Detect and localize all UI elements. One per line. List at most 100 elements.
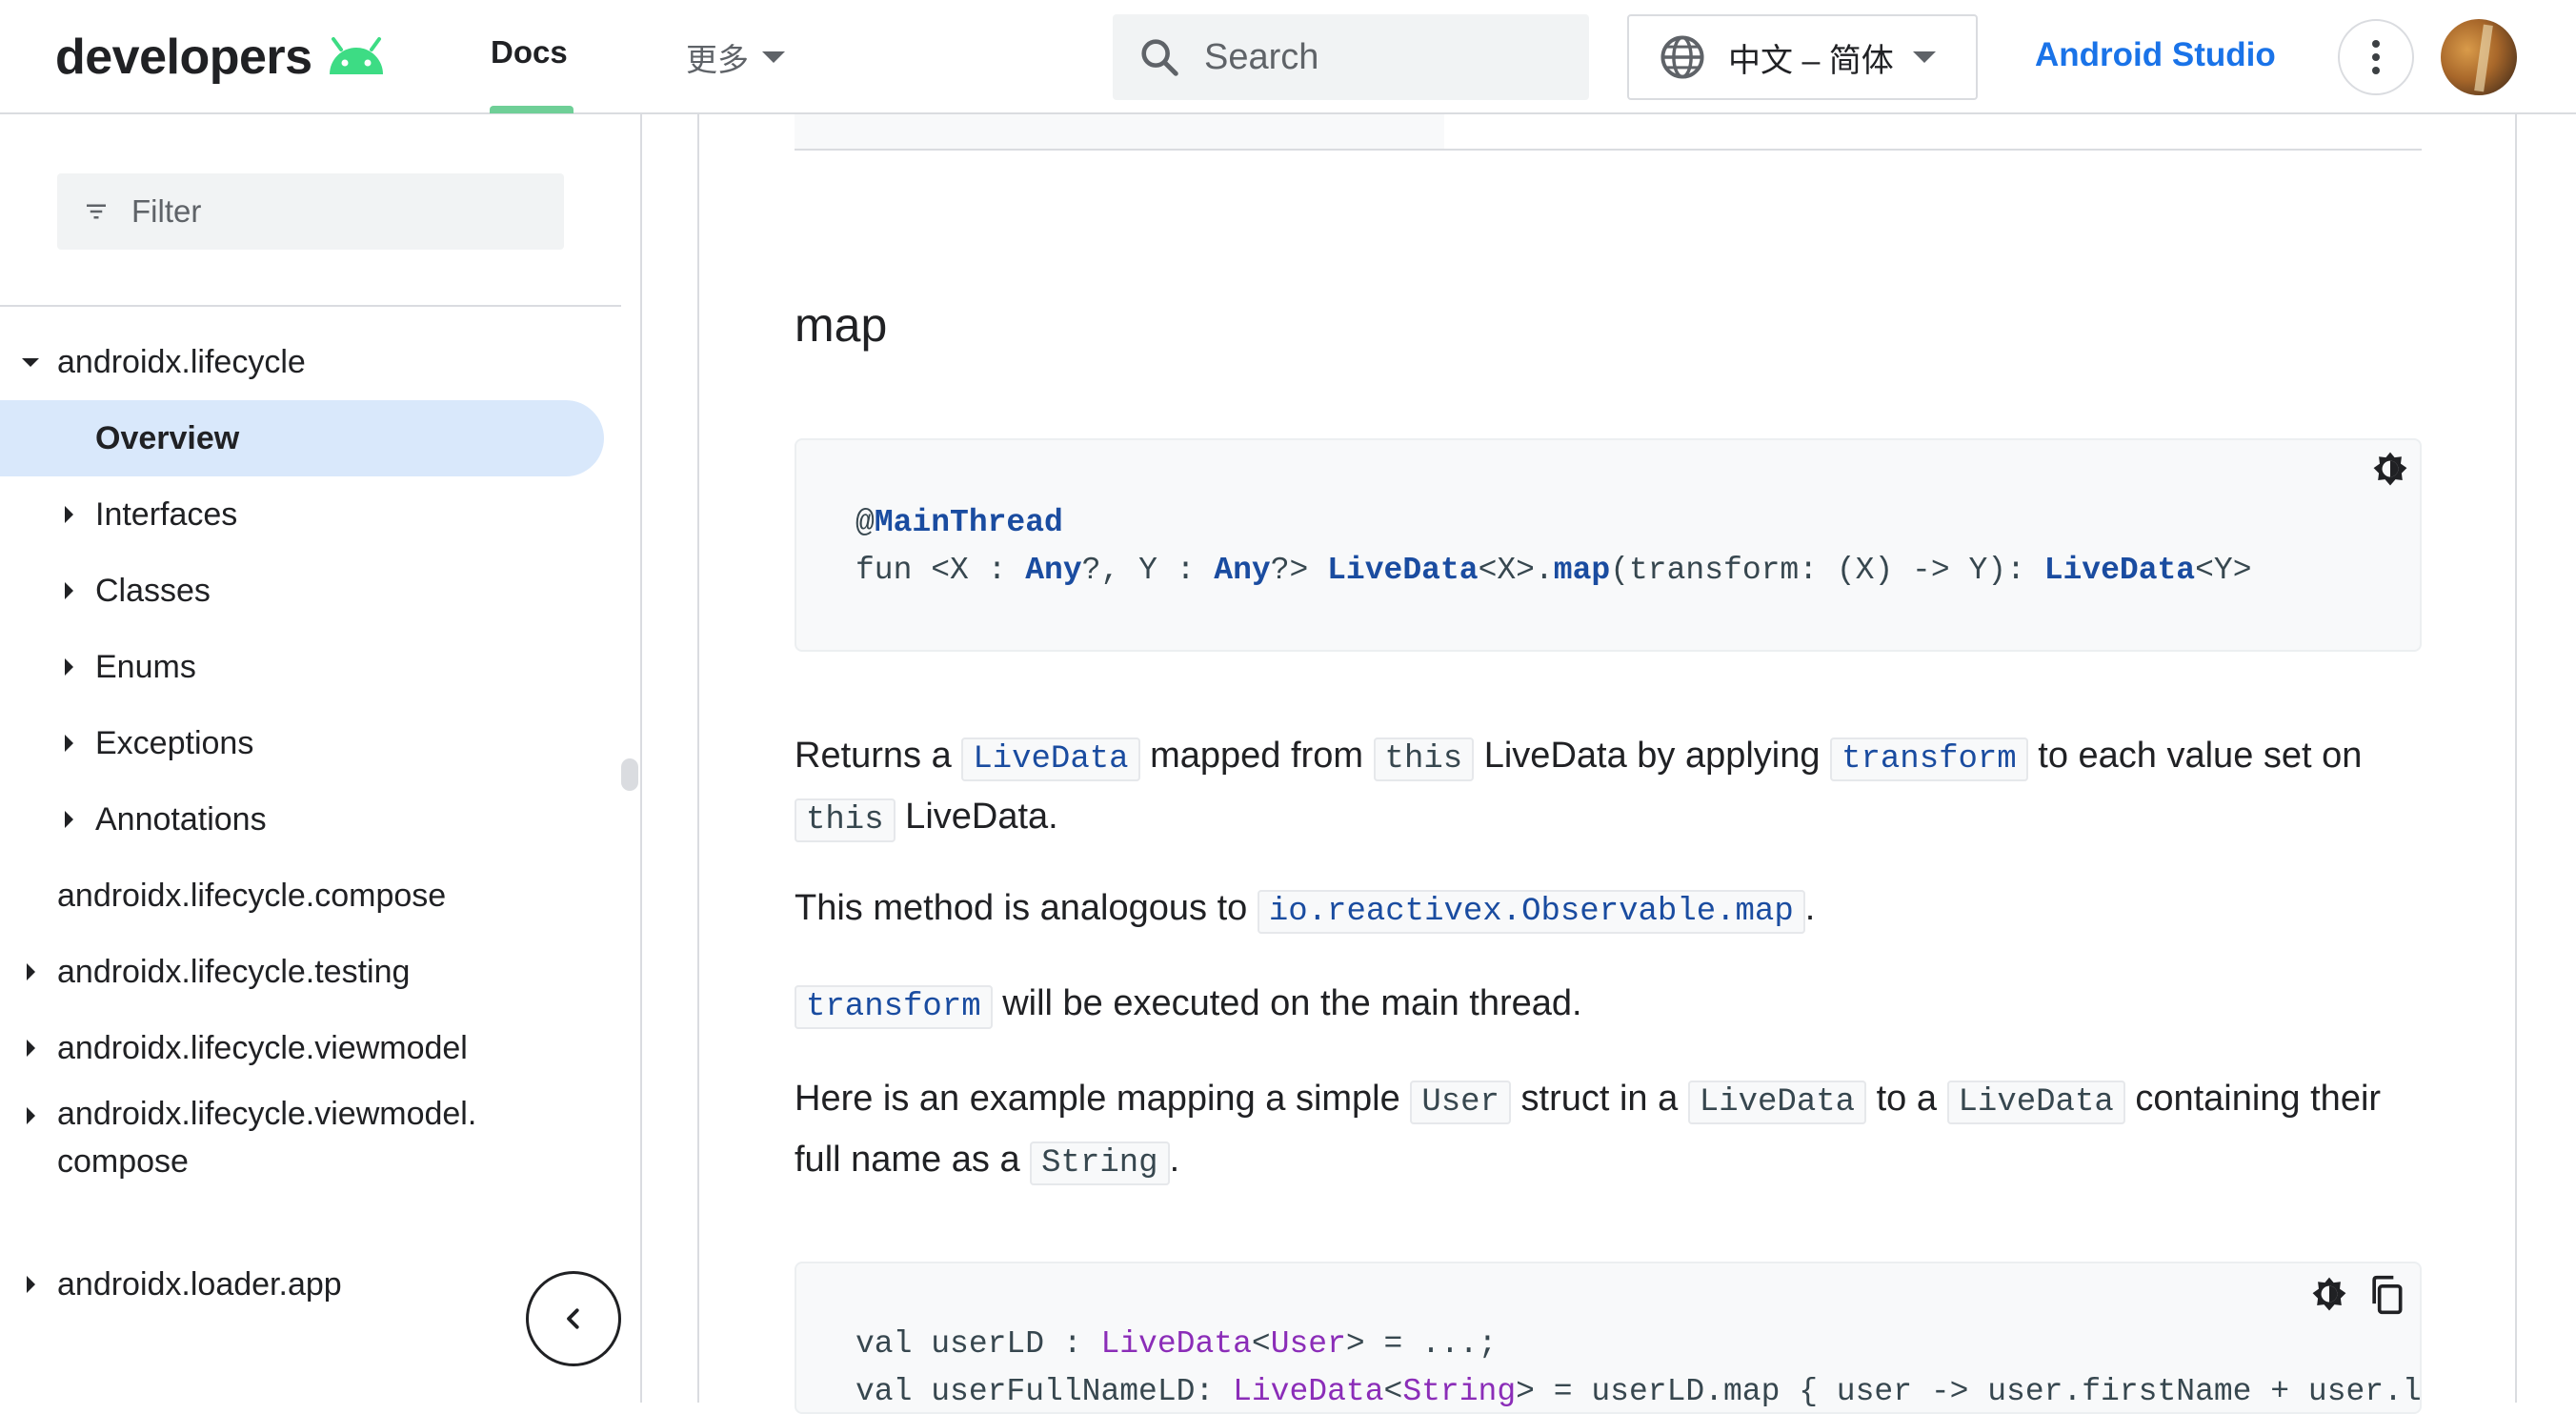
sidebar-item-interfaces[interactable]: Interfaces [0, 476, 619, 553]
code-token: LiveData [1100, 1326, 1252, 1362]
sidebar-item-exceptions[interactable]: Exceptions [0, 705, 619, 781]
caret-right-icon [27, 1276, 35, 1293]
filter-icon [87, 204, 106, 219]
example-code: val userLD : LiveData<User> = ...; val u… [855, 1321, 2422, 1412]
divider [0, 305, 621, 307]
sidebar: androidx.lifecycle Overview Interfaces C… [0, 114, 642, 1403]
sidebar-scrollbar[interactable] [621, 758, 638, 791]
language-label: 中文 – 简体 [1728, 42, 1894, 79]
android-studio-link[interactable]: Android Studio [2035, 36, 2276, 74]
tab-docs[interactable]: Docs [491, 34, 568, 71]
text: to each value set on [2027, 736, 2363, 776]
code-token: < [1383, 1374, 1403, 1409]
text: . [1804, 888, 1816, 928]
collapse-sidebar-button[interactable] [526, 1271, 621, 1366]
sidebar-item-label: androidx.lifecycle.testing [57, 953, 411, 990]
caret-right-icon [65, 735, 73, 752]
copy-icon [2372, 1275, 2403, 1315]
code-token: map [1553, 553, 1611, 588]
caret-right-icon [65, 811, 73, 828]
sidebar-item-label: androidx.lifecycle [57, 343, 306, 380]
text: struct in a [1510, 1079, 1688, 1119]
language-selector[interactable]: 中文 – 简体 [1627, 14, 1978, 100]
transform-link[interactable]: transform [1830, 737, 2028, 781]
code-token: > = ...; [1345, 1326, 1498, 1362]
avatar[interactable] [2441, 19, 2517, 95]
code-token: (transform: (X) -> Y): [1610, 553, 2044, 588]
sidebar-item-enums[interactable]: Enums [0, 629, 619, 705]
code-token: <X>. [1478, 553, 1554, 588]
caret-down-icon [22, 358, 39, 367]
caret-right-icon [27, 1107, 35, 1124]
filter-input[interactable] [130, 192, 533, 231]
sidebar-item-label: Classes [95, 572, 211, 609]
sidebar-item-label-continued: compose [57, 1143, 189, 1180]
code-token: Any [1214, 553, 1271, 588]
kebab-menu-icon [2372, 40, 2380, 48]
caret-right-icon [65, 582, 73, 599]
code-token: User [1270, 1326, 1346, 1362]
observable-map-link[interactable]: io.reactivex.Observable.map [1257, 890, 1805, 934]
inline-code: String [1030, 1141, 1170, 1185]
chevron-down-icon [1912, 51, 1936, 63]
caret-right-icon [27, 963, 35, 980]
transform-link[interactable]: transform [795, 985, 993, 1029]
text: Here is an example mapping a simple [795, 1079, 1411, 1119]
inline-code: LiveData [1687, 1081, 1867, 1124]
theme-toggle-button[interactable] [2307, 1273, 2351, 1317]
livedata-link[interactable]: LiveData [961, 737, 1140, 781]
sidebar-item-label: Enums [95, 648, 196, 685]
sidebar-item-annotations[interactable]: Annotations [0, 781, 619, 858]
more-menu-label: 更多 [686, 42, 749, 77]
search-input[interactable] [1202, 35, 1568, 79]
copy-code-button[interactable] [2365, 1273, 2408, 1317]
example-paragraph: Here is an example mapping a simple User… [795, 1070, 2414, 1192]
code-token: val userLD : [855, 1326, 1101, 1362]
analogous-paragraph: This method is analogous to io.reactivex… [795, 879, 2414, 940]
text: LiveData by applying [1474, 736, 1831, 776]
text: This method is analogous to [795, 888, 1258, 928]
sidebar-item-lifecycle-compose[interactable]: androidx.lifecycle.compose [0, 858, 619, 934]
search-icon [1141, 39, 1178, 76]
code-token: @ [855, 505, 875, 540]
globe-icon [1660, 35, 1704, 79]
section-heading: map [795, 298, 888, 352]
code-token: LiveData [1233, 1374, 1384, 1409]
theme-toggle-button[interactable] [2368, 448, 2412, 492]
description-paragraph: Returns a LiveData mapped from this Live… [795, 727, 2414, 849]
code-token: String [1402, 1374, 1517, 1409]
code-token: ?> [1270, 553, 1328, 588]
sidebar-item-androidx-lifecycle[interactable]: androidx.lifecycle [0, 324, 619, 400]
text: LiveData. [895, 797, 1058, 837]
sidebar-item-lifecycle-viewmodel-compose[interactable]: androidx.lifecycle.viewmodel. compose [0, 1090, 619, 1185]
table-footer-cell [795, 114, 1444, 149]
logo-text: developers [55, 30, 312, 85]
sidebar-item-overview[interactable]: Overview [0, 400, 604, 476]
sidebar-item-lifecycle-viewmodel[interactable]: androidx.lifecycle.viewmodel [0, 1010, 619, 1086]
developers-logo[interactable]: developers [55, 21, 389, 93]
code-token: > = userLD.map { user -> user.firstName … [1516, 1374, 2422, 1409]
search-box[interactable] [1113, 14, 1589, 100]
caret-right-icon [65, 506, 73, 523]
more-menu-button[interactable]: 更多 [686, 34, 785, 80]
code-token: Any [1025, 553, 1082, 588]
code-token: val userFullNameLD: [855, 1374, 1234, 1409]
sidebar-item-lifecycle-testing[interactable]: androidx.lifecycle.testing [0, 934, 619, 1010]
text: Returns a [795, 736, 962, 776]
content-border [697, 114, 699, 1403]
code-token: <Y> [2195, 553, 2252, 588]
active-tab-indicator [490, 106, 574, 113]
sidebar-item-label: androidx.loader.app [57, 1265, 342, 1303]
content-border [2515, 114, 2517, 1403]
filter-box[interactable] [57, 173, 564, 250]
code-token: LiveData [2043, 553, 2196, 588]
sidebar-item-label: androidx.lifecycle.viewmodel [57, 1029, 468, 1066]
code-token: ?, Y : [1081, 553, 1215, 588]
caret-right-icon [27, 1040, 35, 1057]
text: will be executed on the main thread. [992, 983, 1582, 1023]
text: to a [1866, 1079, 1947, 1119]
more-options-button[interactable] [2338, 19, 2414, 95]
inline-code: User [1410, 1081, 1511, 1124]
sidebar-item-label: androidx.lifecycle.compose [57, 877, 447, 914]
sidebar-item-classes[interactable]: Classes [0, 553, 619, 629]
